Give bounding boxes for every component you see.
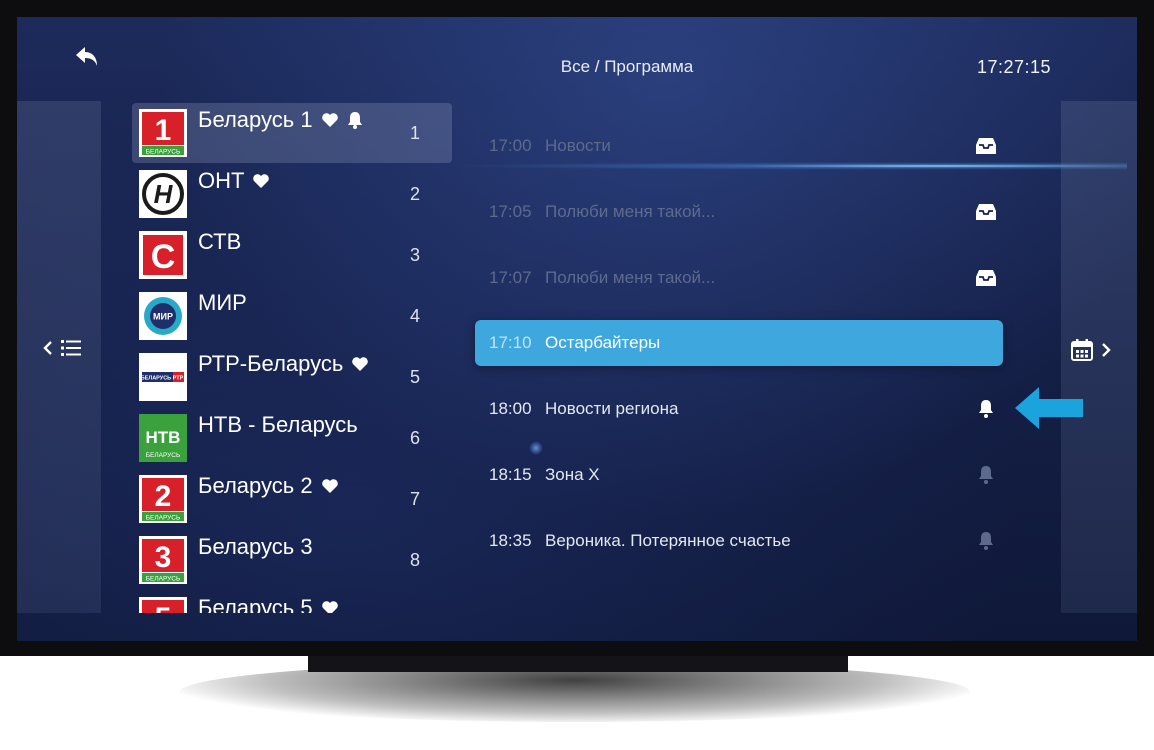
left-side-panel[interactable]: [17, 101, 101, 613]
channel-logo-text: 2: [155, 480, 172, 513]
tv-screen: Все / Программа 17:27:15 1 БЕЛАРУСЬ Бела…: [17, 17, 1137, 641]
program-item[interactable]: 17:07 Полюби меня такой...: [475, 255, 1003, 301]
channel-number: 2: [410, 184, 421, 204]
program-title: Зона Х: [545, 465, 600, 484]
channel-number: 3: [410, 245, 421, 265]
channel-logo-belarus-5: 5: [139, 597, 187, 613]
breadcrumb: Все / Программа: [560, 57, 694, 76]
program-item[interactable]: 18:00 Новости региона: [475, 386, 1003, 432]
clock: 17:27:15: [977, 57, 1052, 77]
channel-item[interactable]: МИР МИР 4: [132, 286, 452, 346]
channel-name: НТВ - Беларусь: [198, 412, 358, 437]
channel-item[interactable]: НТВ БЕЛАРУСЬ НТВ - Беларусь 6: [132, 408, 452, 468]
channel-number: 7: [410, 489, 421, 509]
channel-logo-belarus-2: 2 БЕЛАРУСЬ: [139, 475, 187, 523]
list-icon: [61, 340, 81, 356]
channel-logo-ont: Н: [139, 170, 187, 218]
channel-number: 5: [410, 367, 421, 387]
heart-icon: [321, 113, 338, 127]
program-time: 17:05: [489, 202, 532, 221]
heart-icon: [321, 601, 338, 613]
channel-logo-text: С: [151, 238, 176, 276]
channel-number: 6: [410, 428, 421, 448]
channel-number: 8: [410, 550, 421, 570]
right-side-panel[interactable]: [1061, 101, 1137, 613]
channel-logo-ntv: НТВ БЕЛАРУСЬ: [139, 414, 187, 462]
channel-logo-subtext: БЕЛАРУСЬ: [146, 149, 180, 156]
channel-item[interactable]: Н ОНТ 2: [132, 164, 452, 224]
channel-logo-text: 1: [155, 114, 172, 147]
heart-icon: [253, 174, 270, 188]
channel-logo-text: БЕЛАРУСЬ РТР: [141, 376, 184, 382]
program-item[interactable]: 18:15 Зона Х: [475, 452, 1003, 498]
channel-logo-text: МИР: [153, 312, 173, 322]
bell-icon[interactable]: [975, 465, 997, 485]
archive-icon[interactable]: [975, 268, 997, 288]
channel-name: РТР-Беларусь: [198, 351, 344, 376]
bell-icon[interactable]: [975, 531, 997, 551]
calendar-icon: [1071, 339, 1093, 361]
program-time: 18:35: [489, 531, 532, 550]
channel-logo-rtr: БЕЛАРУСЬ РТР: [139, 353, 187, 401]
channel-logo-mir: МИР: [139, 292, 187, 340]
back-button[interactable]: [73, 44, 103, 70]
program-item-current[interactable]: 17:10 Остарбайтеры: [475, 320, 1003, 366]
channel-number: 4: [410, 306, 421, 326]
channel-item[interactable]: БЕЛАРУСЬ РТР РТР-Беларусь 5: [132, 347, 452, 407]
channel-item[interactable]: 3 БЕЛАРУСЬ Беларусь 3 8: [132, 530, 452, 590]
heart-icon: [352, 357, 369, 371]
archive-icon[interactable]: [975, 202, 997, 222]
channel-item[interactable]: 5 Беларусь 5: [132, 591, 452, 613]
channel-name: Беларусь 1: [198, 107, 313, 132]
program-title: Вероника. Потерянное счастье: [545, 531, 791, 550]
channel-logo-text: Н: [154, 179, 174, 209]
channel-name: Беларусь 2: [198, 473, 313, 498]
channel-name: СТВ: [198, 229, 242, 254]
bell-icon: [347, 112, 362, 129]
chevron-left-icon: [43, 341, 52, 355]
tv-stand: [308, 656, 848, 672]
program-item[interactable]: 18:35 Вероника. Потерянное счастье: [475, 518, 1003, 564]
chevron-right-icon: [1102, 343, 1111, 357]
program-title: Остарбайтеры: [545, 333, 661, 352]
channel-name: Беларусь 5: [198, 595, 313, 613]
back-arrow-icon: [76, 47, 97, 66]
channel-logo-belarus-3: 3 БЕЛАРУСЬ: [139, 536, 187, 584]
channel-list: 1 БЕЛАРУСЬ Беларусь 1 1 Н ОНТ 2 С СТВ 3 …: [132, 103, 452, 613]
archive-icon[interactable]: [975, 136, 997, 156]
program-title: Новости региона: [545, 399, 679, 418]
channel-item[interactable]: С СТВ 3: [132, 225, 452, 285]
program-time: 18:15: [489, 465, 532, 484]
channel-list-toggle[interactable]: [43, 339, 81, 357]
bell-icon[interactable]: [975, 399, 997, 419]
heart-icon: [321, 479, 338, 493]
program-time: 17:07: [489, 268, 532, 287]
program-item[interactable]: 17:05 Полюби меня такой...: [475, 189, 1003, 235]
program-item[interactable]: 17:00 Новости: [475, 123, 1003, 169]
channel-name: ОНТ: [198, 168, 245, 193]
channel-logo-subtext: БЕЛАРУСЬ: [146, 515, 180, 522]
program-title: Новости: [545, 136, 611, 155]
program-title: Полюби меня такой...: [545, 202, 716, 221]
calendar-toggle[interactable]: [1071, 339, 1111, 361]
channel-logo-belarus-1: 1 БЕЛАРУСЬ: [139, 109, 187, 157]
program-list: 17:00 Новости 17:05 Полюби меня такой...…: [475, 113, 1005, 593]
pointer-arrow-icon: [1015, 387, 1083, 429]
channel-logo-subtext: БЕЛАРУСЬ: [146, 576, 180, 583]
channel-logo-stv: С: [139, 231, 187, 279]
program-time: 18:00: [489, 399, 532, 418]
program-title: Полюби меня такой...: [545, 268, 716, 287]
channel-name: МИР: [198, 290, 247, 315]
channel-number: 1: [410, 123, 421, 143]
program-time: 17:10: [489, 333, 532, 352]
channel-logo-text: НТВ: [146, 428, 181, 447]
channel-logo-text: 3: [155, 541, 172, 574]
program-time: 17:00: [489, 136, 532, 155]
channel-item[interactable]: 1 БЕЛАРУСЬ Беларусь 1 1: [132, 103, 452, 163]
channel-name: Беларусь 3: [198, 534, 313, 559]
channel-logo-text: 5: [155, 602, 172, 613]
channel-item[interactable]: 2 БЕЛАРУСЬ Беларусь 2 7: [132, 469, 452, 529]
channel-logo-subtext: БЕЛАРУСЬ: [146, 452, 180, 459]
